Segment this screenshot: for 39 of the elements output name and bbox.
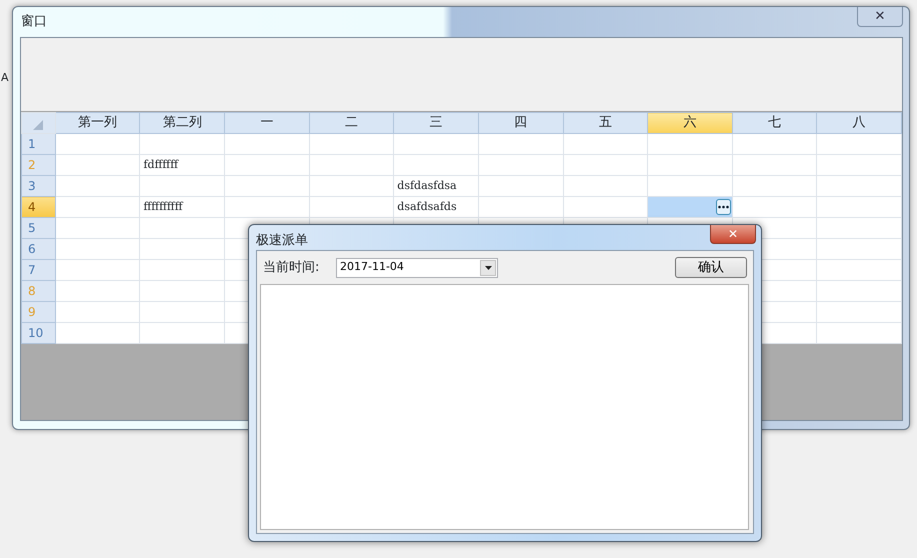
date-label: 当前时间: — [262, 258, 320, 277]
row-number: 2 — [28, 158, 36, 172]
confirm-button[interactable]: 确认 — [675, 257, 747, 278]
row-number: 9 — [28, 305, 36, 319]
column-header[interactable]: 第二列 — [140, 112, 225, 134]
row-header[interactable]: 10 — [22, 322, 56, 344]
column-header[interactable]: 八 — [816, 112, 902, 134]
table-cell[interactable]: ffffffffff — [140, 196, 225, 218]
row-header[interactable]: 4 — [22, 196, 56, 218]
row-number: 5 — [28, 221, 36, 235]
date-field[interactable]: 2017-11-04 — [337, 259, 480, 276]
table-cell[interactable]: dsafdsafds — [394, 196, 478, 218]
table-cell[interactable]: dsfdasfdsa — [394, 176, 478, 196]
column-header[interactable]: 七 — [732, 112, 817, 134]
row-header[interactable]: 1 — [22, 134, 56, 154]
column-header[interactable]: 第一列 — [55, 112, 140, 134]
column-header[interactable]: 四 — [478, 112, 563, 134]
row-number: 3 — [28, 179, 36, 193]
row-header[interactable]: 7 — [22, 260, 56, 280]
close-button[interactable]: ✕ — [857, 7, 903, 27]
row-number: 6 — [28, 242, 36, 256]
table-cell[interactable]: fdffffff — [140, 154, 225, 176]
row-number: 4 — [28, 200, 36, 214]
row-header[interactable]: 5 — [22, 218, 56, 238]
column-header[interactable]: 一 — [224, 112, 310, 134]
date-dropdown[interactable]: 2017-11-04 — [336, 258, 498, 278]
column-header[interactable]: 二 — [309, 112, 394, 134]
row-number: 7 — [28, 263, 36, 277]
row-header[interactable]: 6 — [22, 238, 56, 260]
column-header[interactable]: 六 — [648, 112, 732, 134]
column-header[interactable]: 三 — [394, 112, 478, 134]
row-number: 1 — [28, 137, 36, 151]
window-title: 窗口 — [20, 13, 47, 32]
row-header[interactable]: 3 — [22, 176, 56, 196]
column-header[interactable]: 五 — [563, 112, 648, 134]
background-label: A — [1, 70, 9, 86]
dialog-title: 极速派单 — [256, 232, 308, 250]
row-number: 8 — [28, 284, 36, 298]
row-number: 10 — [28, 326, 44, 340]
